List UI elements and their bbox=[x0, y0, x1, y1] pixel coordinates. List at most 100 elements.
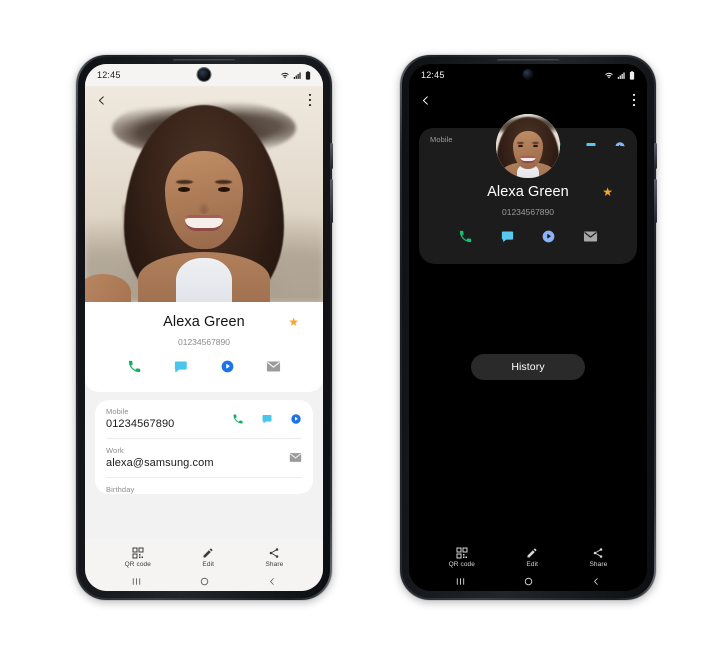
photo-eye-right bbox=[532, 144, 538, 148]
email-action[interactable] bbox=[266, 360, 281, 378]
home-circle-icon[interactable] bbox=[199, 576, 210, 587]
duo-video-icon[interactable] bbox=[541, 229, 556, 244]
status-bar: 12:45 bbox=[409, 64, 647, 86]
recents-icon[interactable] bbox=[455, 576, 466, 587]
status-indicators bbox=[280, 70, 311, 80]
more-vert-icon[interactable] bbox=[632, 93, 636, 107]
message-action[interactable] bbox=[500, 229, 515, 249]
qr-code-button[interactable]: QR code bbox=[449, 547, 475, 568]
field-row-work[interactable]: Work alexa@samsung.com bbox=[106, 438, 302, 477]
home-circle-icon[interactable] bbox=[523, 576, 534, 587]
share-button[interactable]: Share bbox=[265, 547, 283, 568]
contact-fields-card: Mobile 01234567890 bbox=[95, 400, 313, 494]
field-text: Work alexa@samsung.com bbox=[106, 446, 214, 469]
page-title: Alexa Green bbox=[487, 184, 569, 200]
call-action[interactable] bbox=[458, 229, 473, 249]
app-bar bbox=[409, 86, 647, 114]
bottom-bar: QR code Edit Share bbox=[85, 539, 323, 591]
navigation-bar bbox=[409, 571, 647, 591]
star-icon[interactable]: ★ bbox=[602, 186, 613, 198]
pencil-icon bbox=[527, 548, 537, 557]
photo-eyebrow-left bbox=[175, 180, 193, 185]
email-action[interactable] bbox=[583, 230, 598, 248]
phone-icon[interactable] bbox=[232, 413, 244, 425]
message-bubble-icon[interactable] bbox=[500, 229, 515, 244]
signal-bars-icon bbox=[293, 72, 301, 79]
envelope-icon[interactable] bbox=[266, 360, 281, 373]
status-time: 12:45 bbox=[421, 70, 445, 80]
contact-phone-subtitle: 01234567890 bbox=[501, 207, 554, 217]
field-value: 01234567890 bbox=[106, 418, 175, 430]
contact-phone-subtitle: 01234567890 bbox=[177, 337, 230, 347]
photo-eye-left bbox=[178, 187, 191, 193]
star-icon[interactable]: ★ bbox=[288, 316, 299, 328]
tool-row: QR code Edit Share bbox=[85, 539, 323, 571]
envelope-icon[interactable] bbox=[289, 452, 302, 463]
screenshot-canvas: 12:45 Alexa Green ★ 01234567890 Mobile 0… bbox=[0, 0, 720, 663]
call-action[interactable] bbox=[127, 359, 142, 379]
history-button[interactable]: History bbox=[471, 354, 585, 380]
page-title: Alexa Green bbox=[163, 314, 245, 330]
screen-dark: 12:45 Alexa Green ★ 01234567890 Mobile H… bbox=[409, 64, 647, 591]
photo-smile bbox=[520, 155, 536, 163]
status-time: 12:45 bbox=[97, 70, 121, 80]
back-chevron-icon[interactable] bbox=[96, 94, 107, 107]
message-bubble-icon[interactable] bbox=[261, 413, 273, 425]
power-button[interactable] bbox=[330, 179, 333, 223]
video-call-action[interactable] bbox=[220, 359, 235, 379]
tool-label: Share bbox=[589, 560, 608, 568]
status-indicators bbox=[604, 70, 635, 80]
contact-name-card: Alexa Green ★ 01234567890 bbox=[85, 302, 323, 392]
qr-code-button[interactable]: QR code bbox=[125, 547, 151, 568]
envelope-icon[interactable] bbox=[583, 230, 598, 243]
message-bubble-icon[interactable] bbox=[173, 359, 188, 374]
contact-name-row: Alexa Green ★ bbox=[85, 314, 323, 330]
battery-icon bbox=[305, 70, 311, 80]
nav-back-icon[interactable] bbox=[591, 576, 601, 587]
pencil-icon bbox=[203, 548, 213, 557]
edit-button[interactable]: Edit bbox=[526, 547, 538, 568]
signal-bars-icon bbox=[617, 72, 625, 79]
navigation-bar bbox=[85, 571, 323, 591]
video-call-action[interactable] bbox=[541, 229, 556, 249]
phone-icon[interactable] bbox=[127, 359, 142, 374]
tool-label: QR code bbox=[124, 560, 151, 568]
volume-button[interactable] bbox=[654, 143, 657, 169]
avatar-photo bbox=[496, 114, 560, 178]
field-label: Work bbox=[106, 446, 124, 455]
field-label: Birthday bbox=[106, 485, 135, 494]
phone-light-mode: 12:45 Alexa Green ★ 01234567890 Mobile 0… bbox=[76, 55, 333, 600]
status-bar: 12:45 bbox=[85, 64, 323, 86]
volume-button[interactable] bbox=[330, 143, 333, 169]
phone-icon[interactable] bbox=[458, 229, 473, 244]
message-action[interactable] bbox=[173, 359, 188, 379]
qr-code-icon bbox=[132, 547, 144, 558]
back-chevron-icon[interactable] bbox=[420, 94, 431, 107]
photo-eye-right bbox=[217, 187, 230, 193]
tool-label: Edit bbox=[202, 560, 215, 568]
front-camera-icon bbox=[197, 68, 211, 81]
field-row-birthday[interactable]: Birthday bbox=[106, 477, 302, 494]
history-button-wrap: History bbox=[409, 354, 647, 380]
field-text: Birthday bbox=[106, 485, 134, 494]
nav-back-icon[interactable] bbox=[267, 576, 277, 587]
wifi-icon bbox=[281, 72, 289, 78]
contact-photo bbox=[85, 86, 323, 302]
photo-eyebrow-right bbox=[215, 180, 233, 185]
edit-button[interactable]: Edit bbox=[202, 547, 214, 568]
tool-label: Edit bbox=[526, 560, 539, 568]
power-button[interactable] bbox=[654, 179, 657, 223]
duo-video-icon[interactable] bbox=[290, 413, 302, 425]
recents-icon[interactable] bbox=[131, 576, 142, 587]
avatar[interactable] bbox=[496, 114, 560, 178]
earpiece-speaker bbox=[173, 59, 235, 62]
more-vert-icon[interactable] bbox=[308, 93, 312, 107]
duo-video-icon[interactable] bbox=[220, 359, 235, 374]
front-camera-icon bbox=[522, 69, 534, 80]
share-button[interactable]: Share bbox=[589, 547, 607, 568]
earpiece-speaker bbox=[497, 59, 559, 62]
field-row-mobile[interactable]: Mobile 01234567890 bbox=[106, 400, 302, 438]
app-bar bbox=[85, 86, 323, 114]
field-label: Mobile bbox=[106, 407, 129, 416]
contact-name-row: Alexa Green ★ bbox=[419, 184, 637, 200]
